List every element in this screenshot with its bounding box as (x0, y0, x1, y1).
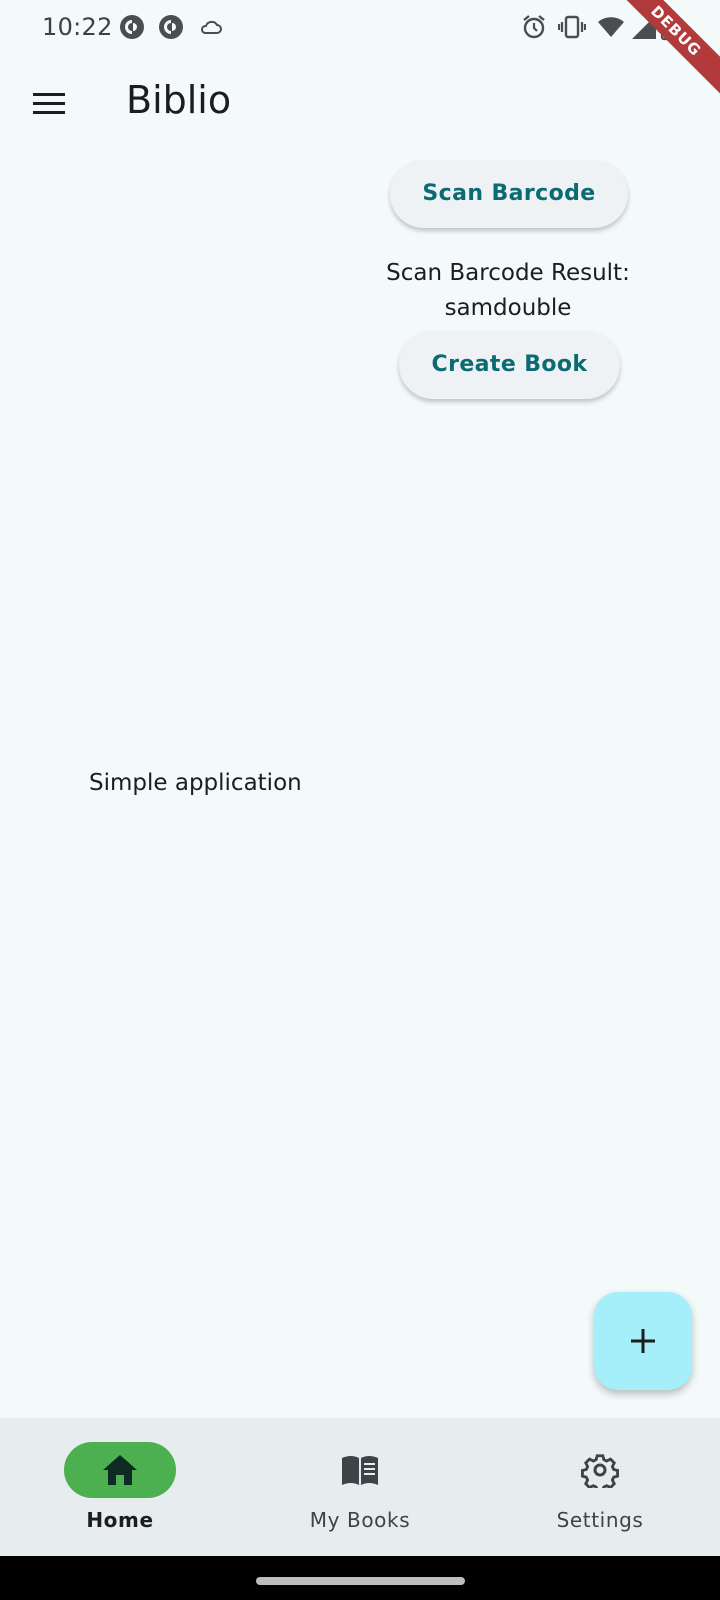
scan-barcode-button[interactable]: Scan Barcode (390, 160, 628, 228)
scan-result-value: samdouble (444, 295, 572, 321)
app-bar: Biblio (0, 56, 720, 148)
menu-icon (33, 93, 65, 114)
add-fab-button[interactable] (594, 1292, 692, 1390)
description-text: Simple application (89, 770, 302, 796)
nav-label-settings: Settings (556, 1508, 644, 1532)
scan-result-label: Scan Barcode Result: (386, 260, 630, 286)
status-time: 10:22 (42, 13, 113, 41)
nav-item-my-books[interactable]: My Books (240, 1418, 480, 1556)
menu-button[interactable] (24, 78, 74, 128)
scan-result: Scan Barcode Result: samdouble (360, 256, 656, 326)
vibrate-icon (558, 15, 586, 39)
book-icon (342, 1456, 378, 1485)
bottom-navigation: Home My Books Settings (0, 1418, 720, 1556)
alarm-icon (523, 15, 545, 39)
pocket-casts-icon (159, 15, 183, 39)
add-icon (631, 1329, 655, 1353)
pocket-casts-icon (120, 15, 144, 39)
gear-icon (580, 1454, 620, 1488)
page-title: Biblio (126, 78, 232, 122)
nav-label-my-books: My Books (309, 1508, 411, 1532)
nav-label-home: Home (86, 1508, 154, 1532)
wifi-icon (598, 17, 624, 37)
nav-item-home[interactable]: Home (0, 1418, 240, 1556)
home-icon (103, 1455, 137, 1485)
nav-item-settings[interactable]: Settings (480, 1418, 720, 1556)
create-book-button[interactable]: Create Book (399, 331, 620, 399)
cloud-icon (201, 20, 222, 34)
system-navigation-bar (0, 1556, 720, 1600)
home-gesture-handle[interactable] (256, 1577, 465, 1585)
status-bar: 10:22 (0, 0, 720, 56)
